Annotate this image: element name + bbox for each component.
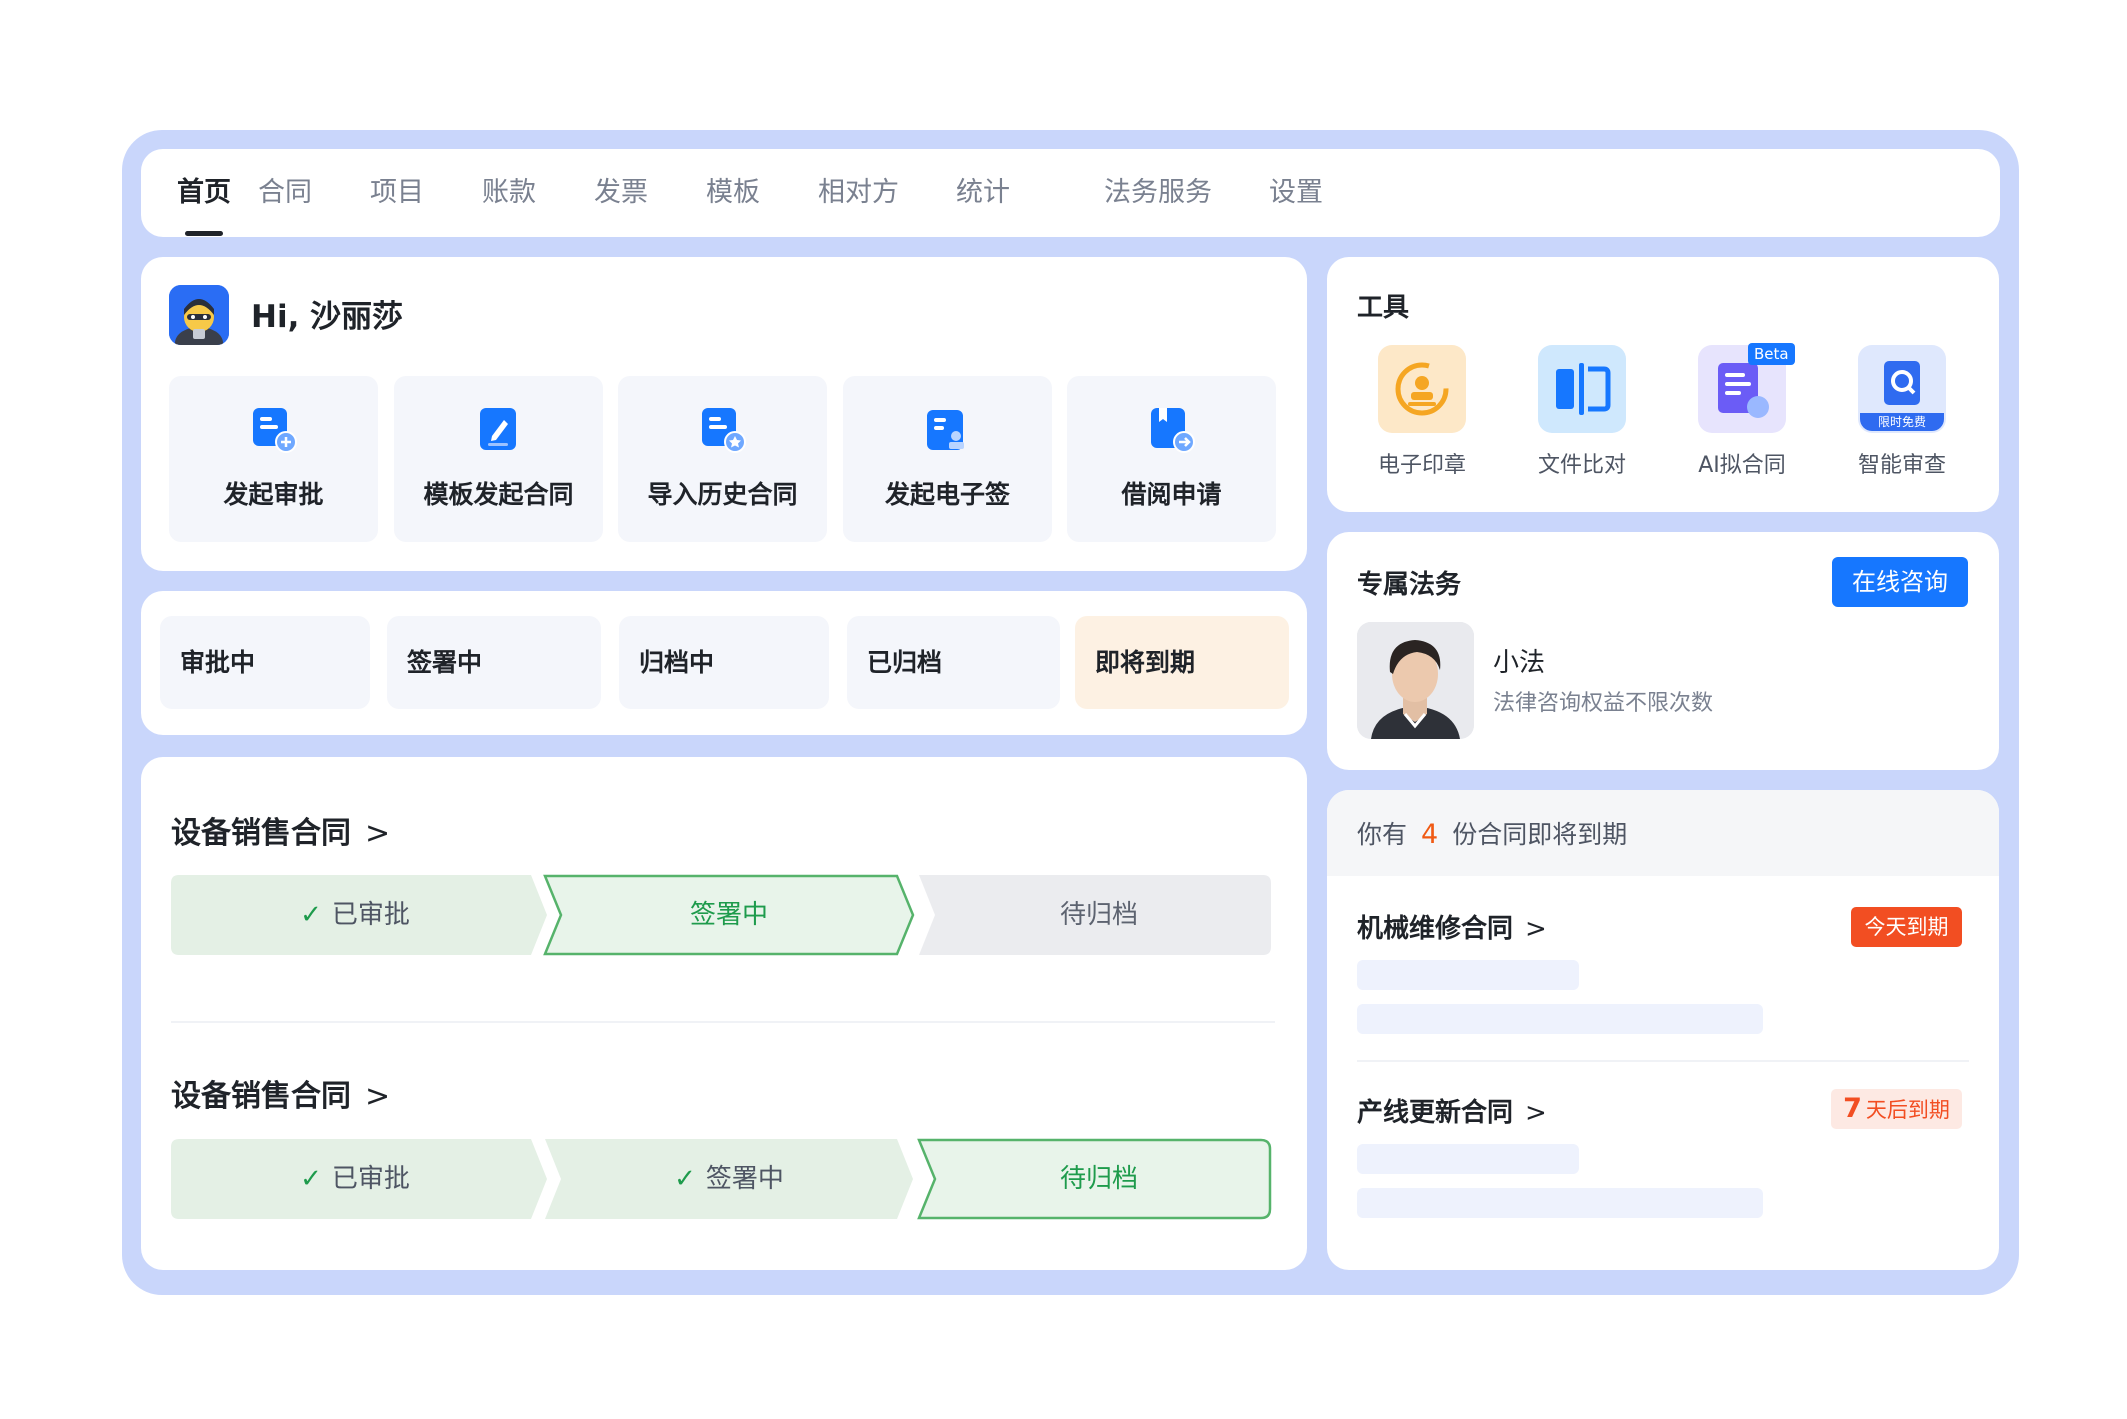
free-badge: 限时免费 [1860,413,1944,431]
tool-e-seal[interactable]: 电子印章 [1357,345,1487,485]
check-icon: ✓ [674,1164,696,1194]
status-bar: 审批中 签署中 归档中 已归档 即将到期 [141,591,1307,735]
greeting-title: Hi, 沙丽莎 [251,299,404,335]
chevron-right-icon: > [1525,914,1547,944]
e-sign-icon [927,410,964,450]
tab-invoices[interactable]: 发票 [594,149,648,237]
action-label: 发起电子签 [884,480,1010,509]
tool-label: 文件比对 [1537,453,1626,478]
greeting-card: Hi, 沙丽莎 发起审批 模板发起合同 导入历史合同 发起电子签 借阅申请 [141,257,1307,571]
status-archived[interactable]: 已归档 [847,616,1060,709]
borrow-request-button[interactable]: 借阅申请 [1067,376,1276,542]
contract-progress-card: 设备销售合同 > ✓ 已审批 签署中 待归档 设备销售合同 > ✓ 已审批 ✓ 签署中 待… [141,757,1307,1270]
expiring-summary: 你有 4 份合同即将到期 [1357,819,1628,850]
step-approved: ✓ 已审批 [300,1164,410,1194]
step-pending-archive: 待归档 [1059,1164,1138,1194]
start-approval-button[interactable]: 发起审批 [169,376,378,542]
step-signing: 签署中 [689,900,768,930]
approval-add-icon [253,408,297,453]
tool-label: 智能审查 [1857,453,1946,478]
action-label: 借阅申请 [1121,480,1222,509]
chevron-right-icon: > [365,816,391,851]
tab-settings[interactable]: 设置 [1269,149,1323,237]
action-label: 发起审批 [223,480,324,509]
due-soon-badge: 7 天后到期 [1831,1089,1962,1129]
tab-counterparties[interactable]: 相对方 [818,149,899,237]
template-edit-icon [480,408,516,450]
lawyer-desc: 法律咨询权益不限次数 [1493,691,1714,716]
expiring-card: 你有 4 份合同即将到期 机械维修合同 > 今天到期 产线更新合同 > 7 天后到期 [1327,790,1999,1270]
tool-label: 电子印章 [1377,453,1466,478]
check-icon: ✓ [300,1164,322,1194]
lawyer-name: 小法 [1493,648,1546,678]
contract-title-2[interactable]: 设备销售合同 > [171,1071,390,1115]
step-pending-archive: 待归档 [1059,900,1138,930]
status-expiring-soon[interactable]: 即将到期 [1075,616,1289,709]
tab-templates[interactable]: 模板 [706,149,760,237]
tab-statistics[interactable]: 统计 [956,149,1010,237]
top-nav: 首页 合同 项目 账款 发票 模板 相对方 统计 法务服务 设置 [141,149,2000,237]
tab-home[interactable]: 首页 [177,149,231,237]
expiring-count: 4 [1421,819,1439,850]
lawyer-photo [1357,622,1474,739]
status-approving[interactable]: 审批中 [160,616,370,709]
skeleton-line [1357,1004,1763,1034]
beta-badge: Beta [1748,343,1795,365]
compare-icon [1538,345,1626,433]
tools-card: 工具 电子印章 文件比对 Beta AI拟合同 限时免费 智能审查 [1327,257,1999,512]
import-history-icon [702,408,746,453]
expiring-contract-2[interactable]: 产线更新合同 > [1357,1092,1547,1129]
e-sign-button[interactable]: 发起电子签 [843,376,1052,542]
expiring-contract-1[interactable]: 机械维修合同 > [1357,908,1547,945]
step-approved: ✓ 已审批 [300,900,410,930]
action-label: 模板发起合同 [423,480,574,509]
tab-accounts[interactable]: 账款 [482,149,536,237]
borrow-request-icon [1151,408,1195,453]
online-consult-button[interactable]: 在线咨询 [1832,557,1968,607]
import-history-button[interactable]: 导入历史合同 [618,376,827,542]
divider [171,1021,1275,1023]
legal-card: 专属法务 在线咨询 小法 法律咨询权益不限次数 [1327,532,1999,770]
contract-steps-1: ✓ 已审批 签署中 待归档 [169,873,1273,957]
tab-legal-services[interactable]: 法务服务 [1104,149,1212,237]
seal-icon [1378,345,1466,433]
expiring-header: 你有 4 份合同即将到期 [1327,790,1999,876]
tool-label: AI拟合同 [1698,453,1786,478]
template-contract-button[interactable]: 模板发起合同 [394,376,603,542]
tool-smart-review[interactable]: 限时免费 智能审查 [1837,345,1967,485]
due-today-badge: 今天到期 [1851,907,1962,947]
status-signing[interactable]: 签署中 [387,616,601,709]
status-archiving[interactable]: 归档中 [619,616,829,709]
skeleton-line [1357,1144,1579,1174]
legal-title: 专属法务 [1357,570,1462,600]
skeleton-line [1357,1188,1763,1218]
step-signing: ✓ 签署中 [674,1164,784,1194]
contract-title-1[interactable]: 设备销售合同 > [171,808,390,852]
avatar[interactable] [169,285,229,345]
chevron-right-icon: > [1525,1098,1547,1128]
chevron-right-icon: > [365,1079,391,1114]
tool-ai-contract[interactable]: Beta AI拟合同 [1677,343,1807,485]
tab-contracts[interactable]: 合同 [258,149,312,237]
tool-file-compare[interactable]: 文件比对 [1517,345,1647,485]
check-icon: ✓ [300,900,322,930]
action-label: 导入历史合同 [647,480,798,509]
tools-title: 工具 [1357,293,1410,323]
contract-steps-2: ✓ 已审批 ✓ 签署中 待归档 [169,1137,1273,1221]
divider [1357,1060,1969,1062]
tab-projects[interactable]: 项目 [370,149,424,237]
skeleton-line [1357,960,1579,990]
